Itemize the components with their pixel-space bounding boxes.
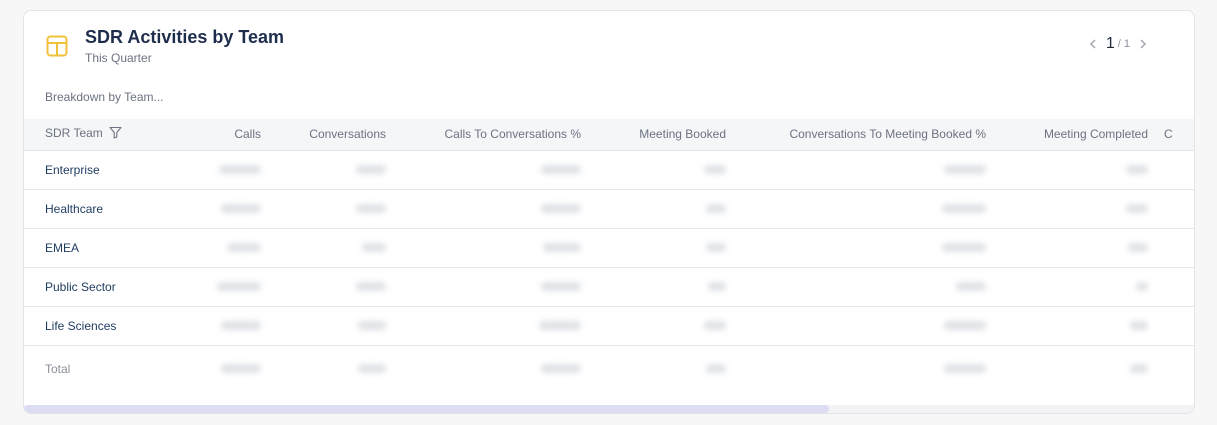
table-header-row: SDR Team Calls Conversations Calls To Co… <box>24 119 1194 151</box>
blurred-cell <box>589 345 734 393</box>
blurred-cell <box>194 267 269 307</box>
blurred-cell <box>589 267 734 307</box>
widget-subtitle: This Quarter <box>85 51 152 65</box>
blurred-cell <box>269 189 394 229</box>
page-total: / 1 <box>1117 38 1130 50</box>
table-icon <box>46 35 68 57</box>
table-total-row: Total <box>24 345 1194 393</box>
blurred-cell <box>734 306 994 346</box>
blurred-cell <box>734 228 994 268</box>
blurred-cell <box>1156 345 1194 393</box>
blurred-cell <box>1156 150 1194 190</box>
table-row[interactable]: Healthcare <box>24 189 1194 229</box>
column-header-sdr-team[interactable]: SDR Team <box>24 119 194 151</box>
widget-card: SDR Activities by Team This Quarter 1 / … <box>23 10 1195 414</box>
blurred-cell <box>194 345 269 393</box>
blurred-cell <box>394 267 589 307</box>
blurred-cell <box>589 306 734 346</box>
blurred-cell <box>394 306 589 346</box>
column-header-meeting-booked[interactable]: Meeting Booked <box>589 119 734 151</box>
chevron-left-icon[interactable] <box>1086 37 1100 51</box>
blurred-cell <box>194 150 269 190</box>
blurred-cell <box>994 150 1156 190</box>
horizontal-scrollbar-track[interactable] <box>24 405 1194 413</box>
filter-icon[interactable] <box>109 126 122 142</box>
blurred-cell <box>1156 306 1194 346</box>
blurred-cell <box>734 345 994 393</box>
column-header-meeting-completed[interactable]: Meeting Completed <box>994 119 1156 151</box>
blurred-cell <box>269 150 394 190</box>
blurred-cell <box>1156 228 1194 268</box>
data-table-container: SDR Team Calls Conversations Calls To Co… <box>24 119 1194 406</box>
blurred-cell <box>194 189 269 229</box>
column-header-label: SDR Team <box>45 126 103 141</box>
blurred-cell <box>269 345 394 393</box>
blurred-cell <box>394 228 589 268</box>
table-row[interactable]: Public Sector <box>24 267 1194 307</box>
column-header-conversations[interactable]: Conversations <box>269 119 394 151</box>
blurred-cell <box>269 306 394 346</box>
blurred-cell <box>589 189 734 229</box>
blurred-cell <box>1156 267 1194 307</box>
column-header-conv-to-meeting-booked[interactable]: Conversations To Meeting Booked % <box>734 119 994 151</box>
blurred-cell <box>734 189 994 229</box>
blurred-cell <box>394 345 589 393</box>
blurred-cell <box>994 306 1156 346</box>
page-current: 1 <box>1105 35 1115 52</box>
blurred-cell <box>269 267 394 307</box>
table-row[interactable]: Life Sciences <box>24 306 1194 346</box>
horizontal-scrollbar-thumb[interactable] <box>24 405 829 413</box>
chevron-right-icon[interactable] <box>1136 37 1150 51</box>
blurred-cell <box>734 267 994 307</box>
row-team-name: Enterprise <box>24 150 194 190</box>
blurred-cell <box>589 150 734 190</box>
widget-header: SDR Activities by Team This Quarter 1 / … <box>24 11 1194 81</box>
blurred-cell <box>194 306 269 346</box>
row-team-name: Healthcare <box>24 189 194 229</box>
blurred-cell <box>394 189 589 229</box>
blurred-cell <box>194 228 269 268</box>
table-row[interactable]: Enterprise <box>24 150 1194 190</box>
blurred-cell <box>994 267 1156 307</box>
table-row[interactable]: EMEA <box>24 228 1194 268</box>
row-team-name: Public Sector <box>24 267 194 307</box>
blurred-cell <box>994 189 1156 229</box>
widget-title: SDR Activities by Team <box>85 27 285 47</box>
blurred-cell <box>994 228 1156 268</box>
column-header-calls[interactable]: Calls <box>194 119 269 151</box>
data-table: SDR Team Calls Conversations Calls To Co… <box>24 119 1194 393</box>
column-header-truncated[interactable]: C <box>1156 119 1194 151</box>
column-header-calls-to-conversations[interactable]: Calls To Conversations % <box>394 119 589 151</box>
blurred-cell <box>394 150 589 190</box>
blurred-cell <box>1156 189 1194 229</box>
blurred-cell <box>994 345 1156 393</box>
row-team-name: Life Sciences <box>24 306 194 346</box>
total-label: Total <box>45 362 71 377</box>
blurred-cell <box>269 228 394 268</box>
blurred-cell <box>734 150 994 190</box>
pagination: 1 / 1 <box>1086 35 1150 53</box>
blurred-cell <box>589 228 734 268</box>
breakdown-label[interactable]: Breakdown by Team... <box>45 90 164 104</box>
row-team-name: EMEA <box>24 228 194 268</box>
